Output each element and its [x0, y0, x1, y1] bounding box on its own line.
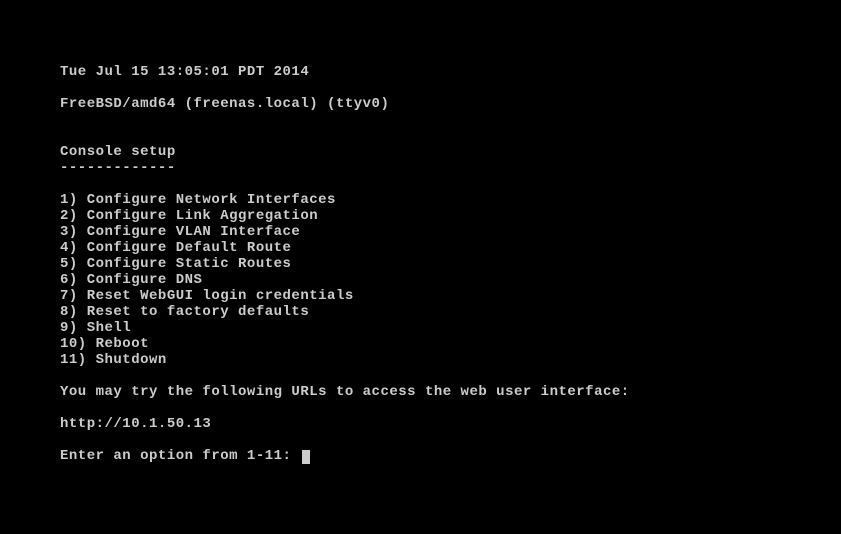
menu-option-3: 3) Configure VLAN Interface — [60, 224, 781, 240]
prompt-line[interactable]: Enter an option from 1-11: — [60, 448, 781, 464]
blank-line — [60, 400, 781, 416]
cursor-icon — [302, 450, 310, 464]
menu-option-9: 9) Shell — [60, 320, 781, 336]
menu-option-7: 7) Reset WebGUI login credentials — [60, 288, 781, 304]
blank-line — [60, 80, 781, 96]
menu-option-2: 2) Configure Link Aggregation — [60, 208, 781, 224]
url-line: http://10.1.50.13 — [60, 416, 781, 432]
blank-line — [60, 368, 781, 384]
menu-option-5: 5) Configure Static Routes — [60, 256, 781, 272]
menu-list: 1) Configure Network Interfaces2) Config… — [60, 192, 781, 368]
blank-line — [60, 432, 781, 448]
menu-option-8: 8) Reset to factory defaults — [60, 304, 781, 320]
menu-option-10: 10) Reboot — [60, 336, 781, 352]
section-title: Console setup — [60, 144, 781, 160]
prompt-text: Enter an option from 1-11: — [60, 448, 300, 464]
blank-line — [60, 176, 781, 192]
menu-option-1: 1) Configure Network Interfaces — [60, 192, 781, 208]
system-line: FreeBSD/amd64 (freenas.local) (ttyv0) — [60, 96, 781, 112]
blank-line — [60, 112, 781, 128]
menu-option-11: 11) Shutdown — [60, 352, 781, 368]
menu-option-4: 4) Configure Default Route — [60, 240, 781, 256]
menu-option-6: 6) Configure DNS — [60, 272, 781, 288]
url-intro: You may try the following URLs to access… — [60, 384, 781, 400]
blank-line — [60, 128, 781, 144]
timestamp-line: Tue Jul 15 13:05:01 PDT 2014 — [60, 64, 781, 80]
section-divider: ------------- — [60, 160, 781, 176]
